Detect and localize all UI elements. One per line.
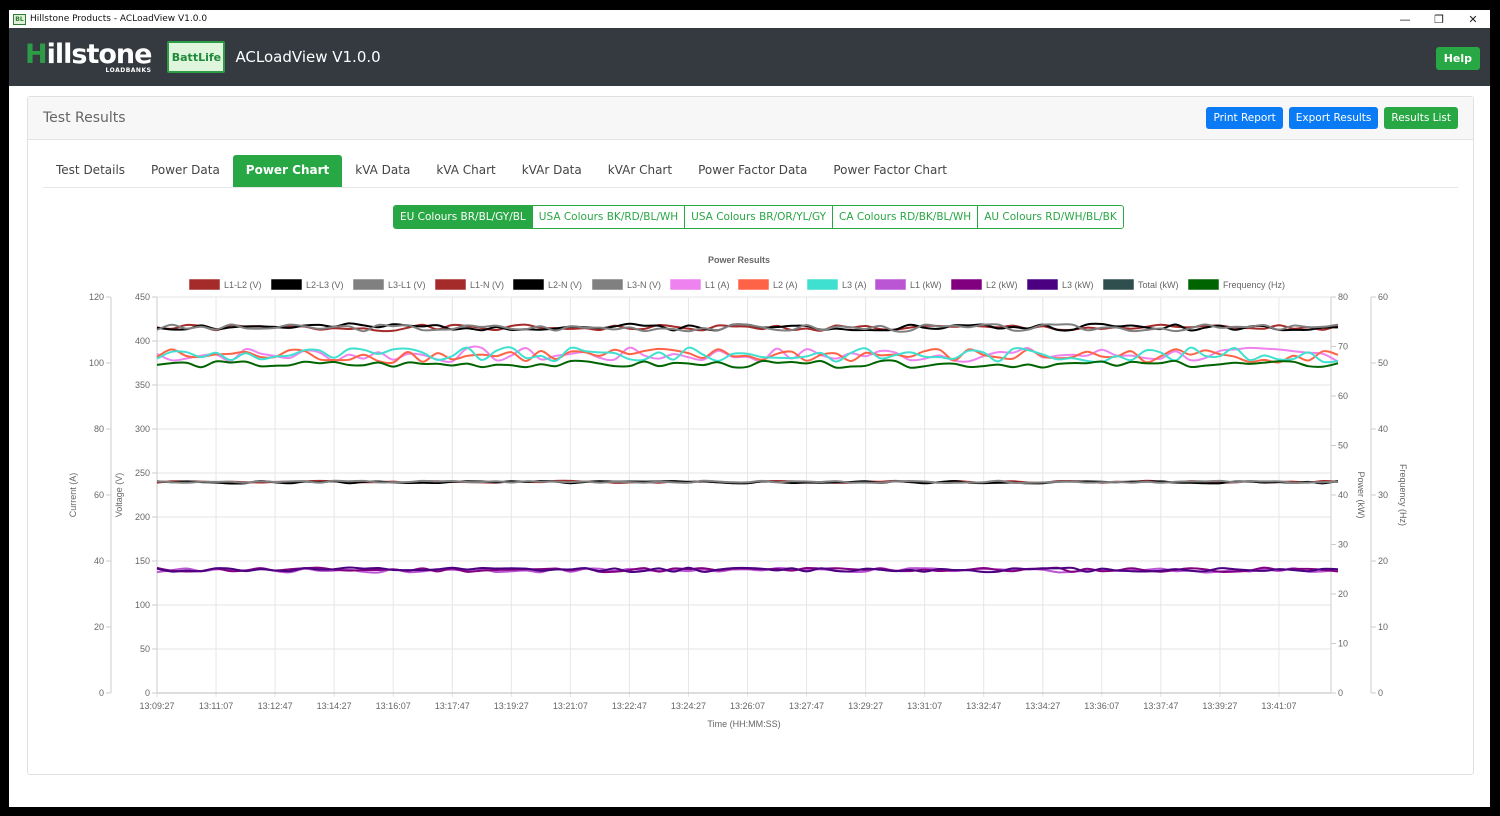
logo-initial: H: [25, 38, 48, 70]
logo-text: illstone: [46, 38, 153, 70]
eu-colours-button[interactable]: EU Colours BR/BL/GY/BL: [394, 206, 532, 228]
title-bar: BL Hillstone Products - ACLoadView V1.0.…: [9, 10, 1490, 28]
tab-kvar-data[interactable]: kVAr Data: [509, 155, 595, 187]
tab-power-factor-chart[interactable]: Power Factor Chart: [820, 155, 960, 187]
print-report-button[interactable]: Print Report: [1206, 107, 1283, 129]
app-title: ACLoadView V1.0.0: [235, 48, 381, 66]
tab-kva-data[interactable]: kVA Data: [342, 155, 423, 187]
tab-power-data[interactable]: Power Data: [138, 155, 233, 187]
restore-button[interactable]: ❐: [1422, 13, 1456, 26]
battlife-logo: BattLife: [167, 41, 226, 73]
close-button[interactable]: ✕: [1456, 13, 1490, 26]
tab-kvar-chart[interactable]: kVAr Chart: [595, 155, 685, 187]
minimize-button[interactable]: —: [1388, 13, 1422, 26]
tab-bar: Test Details Power Data Power Chart kVA …: [43, 155, 1458, 188]
card-title: Test Results: [43, 110, 126, 126]
colour-scheme-group: EU Colours BR/BL/GY/BL USA Colours BK/RD…: [393, 205, 1124, 229]
app-window: BL Hillstone Products - ACLoadView V1.0.…: [9, 10, 1490, 807]
logo-subtitle: LOADBANKS: [105, 66, 152, 74]
hillstone-logo: Hillstone LOADBANKS: [25, 38, 153, 74]
tab-power-factor-data[interactable]: Power Factor Data: [685, 155, 820, 187]
export-results-button[interactable]: Export Results: [1288, 107, 1379, 129]
help-button[interactable]: Help: [1435, 47, 1480, 70]
card-header: Test Results Print Report Export Results…: [28, 97, 1473, 140]
tab-test-details[interactable]: Test Details: [43, 155, 138, 187]
au-colours-button[interactable]: AU Colours RD/WH/BL/BK: [977, 206, 1123, 228]
tab-power-chart[interactable]: Power Chart: [232, 155, 343, 187]
app-icon: BL: [13, 13, 26, 25]
test-results-card: Test Results Print Report Export Results…: [27, 96, 1474, 775]
usa-colours-bk-button[interactable]: USA Colours BK/RD/BL/WH: [531, 206, 685, 228]
app-header: Hillstone LOADBANKS BattLife ACLoadView …: [9, 28, 1490, 86]
window-title: Hillstone Products - ACLoadView V1.0.0: [30, 14, 208, 24]
results-list-button[interactable]: Results List: [1384, 107, 1458, 129]
usa-colours-br-button[interactable]: USA Colours BR/OR/YL/GY: [684, 206, 833, 228]
ca-colours-button[interactable]: CA Colours RD/BK/BL/WH: [832, 206, 978, 228]
tab-kva-chart[interactable]: kVA Chart: [423, 155, 508, 187]
